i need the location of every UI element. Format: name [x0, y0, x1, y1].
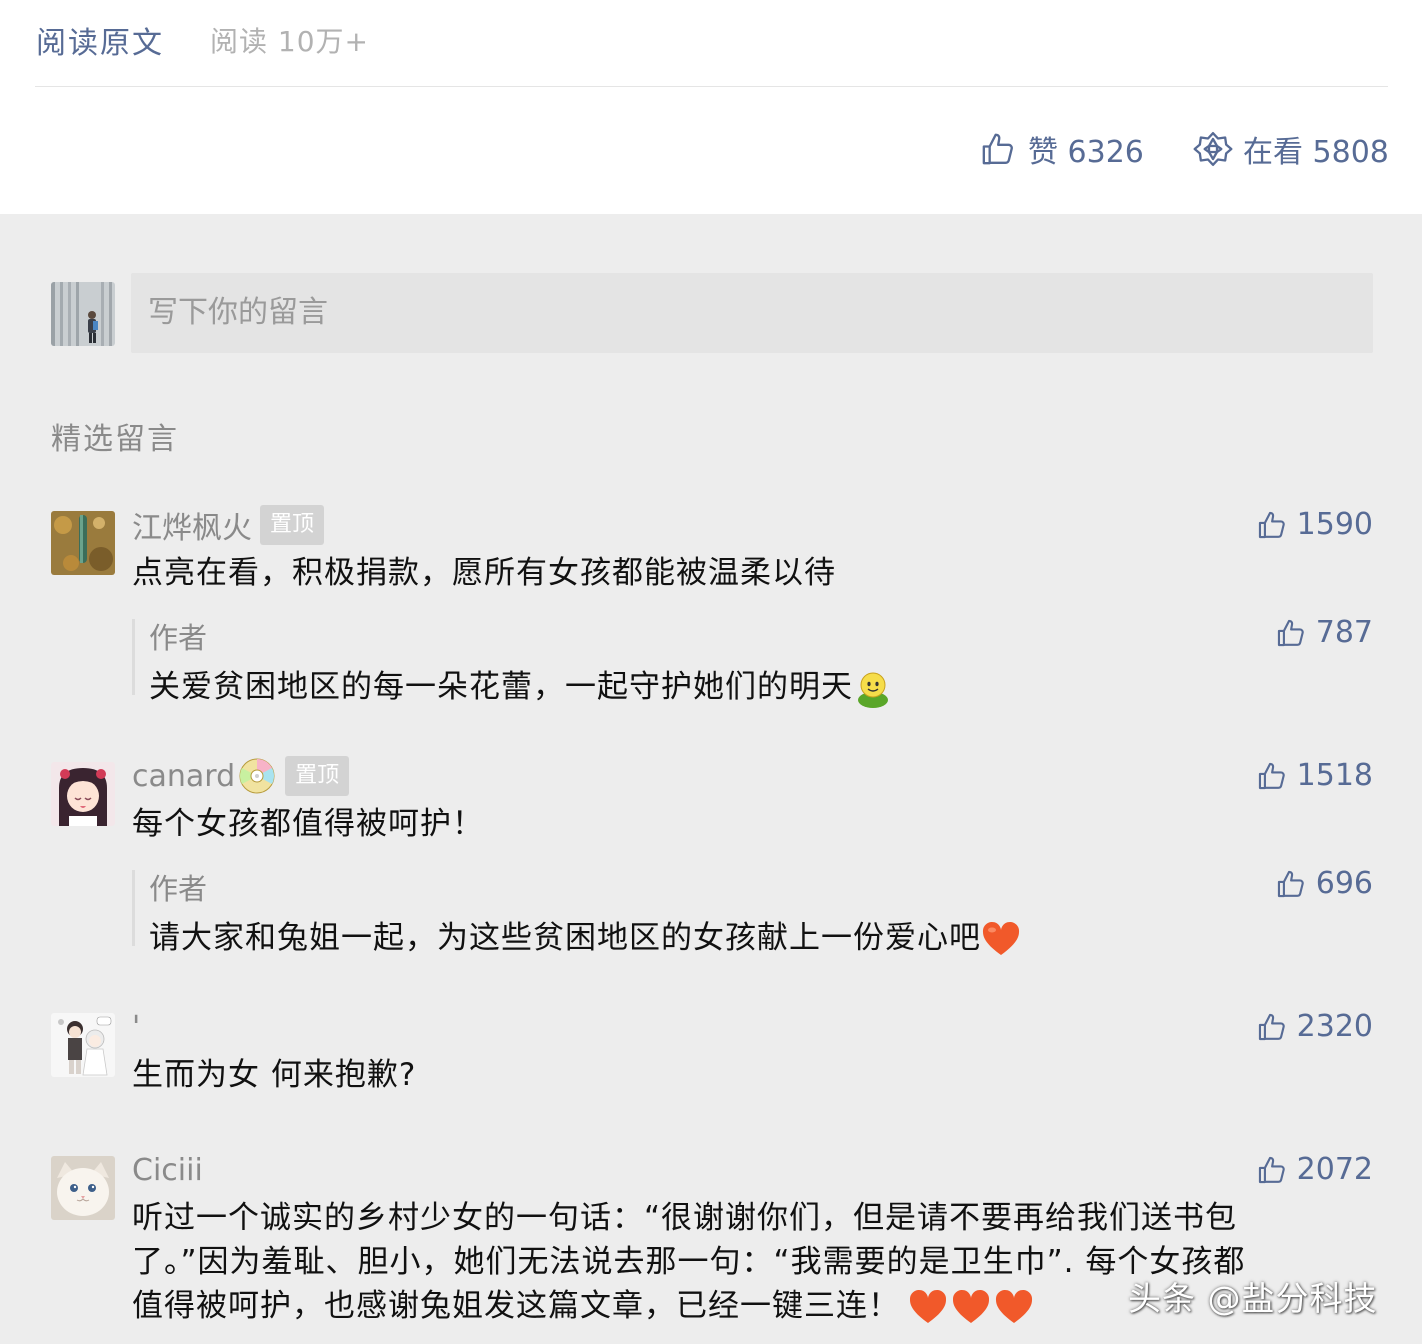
reply-text-row: 请大家和兔姐一起，为这些贫困地区的女孩献上一份爱心吧: [149, 912, 1021, 960]
comment-item: ' 2320 生而为女 何来抱歉?: [51, 1009, 1373, 1103]
article-footer: 阅读原文 阅读 10万+ 赞 6326 在看 5808: [0, 0, 1422, 214]
read-original-link[interactable]: 阅读原文: [36, 18, 164, 62]
cd-disc-emoji: [239, 758, 275, 794]
my-avatar-image: [51, 282, 115, 346]
avatar-image: [51, 1156, 115, 1220]
avatar: [51, 762, 115, 826]
watching-flower-icon: [1193, 132, 1233, 166]
thumbs-up-icon: [1258, 511, 1285, 538]
watermark: 头条 @盐分科技: [1128, 1279, 1378, 1318]
thumbs-up-icon: [1258, 1013, 1285, 1040]
avatar-image: [51, 1013, 115, 1077]
watching-count: 在看 5808: [1243, 135, 1389, 170]
reply-author: 作者: [149, 621, 208, 655]
like-count: 2320: [1296, 1009, 1373, 1044]
heart-emoji: [982, 921, 1020, 955]
avatar-image: [51, 762, 115, 826]
comment-like-button[interactable]: 2320: [1255, 1009, 1373, 1044]
nickname: Ciciii: [132, 1152, 203, 1188]
author-reply: 作者 787 关爱贫困地区的每一朵花蕾，一起守护她们的明天: [132, 615, 1373, 708]
reply-like-button[interactable]: 787: [1274, 615, 1373, 650]
comment-like-button[interactable]: 2072: [1255, 1152, 1373, 1187]
comment-like-button[interactable]: 1590: [1255, 507, 1373, 542]
smile-face-emoji: [858, 672, 888, 708]
like-count: 赞 6326: [1028, 135, 1144, 170]
comment-composer: [51, 273, 1373, 353]
watching-button[interactable]: 在看 5808: [1193, 126, 1389, 172]
like-count: 1518: [1296, 758, 1373, 793]
divider: [35, 86, 1388, 87]
avatar: [51, 282, 115, 346]
comment-header: ': [132, 1007, 140, 1047]
comment-header: canard 置顶: [132, 756, 350, 796]
nickname: canard: [132, 758, 236, 794]
thumbs-up-icon: [1277, 870, 1304, 897]
reply-author: 作者: [149, 872, 208, 906]
comment-item: canard 置顶 1518 每个女孩都值得被呵护！ 作者 696 请大家和兔姐…: [51, 756, 1373, 956]
avatar-image: [51, 511, 115, 575]
like-article-button[interactable]: 赞 6326: [978, 126, 1144, 172]
reply-text-row: 关爱贫困地区的每一朵花蕾，一起守护她们的明天: [149, 661, 893, 709]
author-reply: 作者 696 请大家和兔姐一起，为这些贫困地区的女孩献上一份爱心吧: [132, 866, 1373, 956]
thumbs-up-icon: [1277, 619, 1304, 646]
comment-text-line: 听过一个诚实的乡村少女的一句话：“很谢谢你们，但是请不要再给我们送书包: [132, 1200, 1238, 1236]
like-count: 1590: [1296, 507, 1373, 542]
section-title: 精选留言: [51, 422, 179, 457]
thumbs-up-icon: [982, 133, 1013, 165]
comment-input[interactable]: [131, 273, 1373, 353]
pinned-badge: 置顶: [260, 505, 325, 545]
three-hearts-emoji: [909, 1289, 1033, 1323]
comment-text: 点亮在看，积极捐款，愿所有女孩都能被温柔以待: [132, 555, 836, 591]
avatar: [51, 1013, 115, 1077]
nickname: 江烨枫火: [132, 511, 252, 546]
reply-like-button[interactable]: 696: [1274, 866, 1373, 901]
reply-text: 关爱贫困地区的每一朵花蕾，一起守护她们的明天: [149, 669, 853, 705]
comment-like-button[interactable]: 1518: [1255, 758, 1373, 793]
nickname: ': [132, 1009, 141, 1045]
thumbs-up-icon: [1258, 1156, 1285, 1183]
comment-header: 江烨枫火 置顶: [132, 505, 325, 546]
read-count: 阅读 10万+: [210, 25, 369, 58]
comment-item: 江烨枫火 置顶 1590 点亮在看，积极捐款，愿所有女孩都能被温柔以待 作者 7…: [51, 505, 1373, 708]
comment-text-line: 值得被呵护，也感谢兔姐发这篇文章，已经一键三连！: [132, 1288, 900, 1324]
comment-header: Ciciii: [132, 1150, 203, 1190]
comment-text: 每个女孩都值得被呵护！: [132, 806, 484, 842]
like-count: 2072: [1296, 1152, 1373, 1187]
avatar: [51, 511, 115, 575]
like-count: 696: [1315, 866, 1373, 901]
avatar: [51, 1156, 115, 1220]
comment-text: 生而为女 何来抱歉?: [132, 1057, 417, 1093]
thumbs-up-icon: [1258, 762, 1285, 789]
pinned-badge: 置顶: [285, 756, 350, 796]
reply-text: 请大家和兔姐一起，为这些贫困地区的女孩献上一份爱心吧: [149, 920, 981, 956]
like-count: 787: [1315, 615, 1373, 650]
